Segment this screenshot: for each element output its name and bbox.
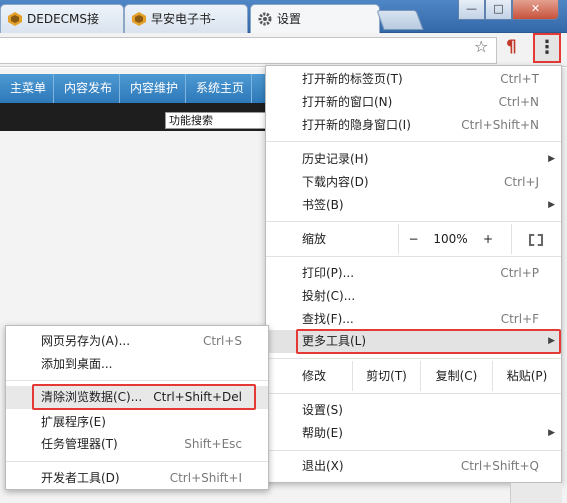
- tab-label: 设置: [277, 12, 302, 26]
- tab-dedecms[interactable]: DEDECMS接: [0, 4, 124, 33]
- edit-label: 修改: [302, 369, 327, 383]
- zoom-row: 缩放 − 100% +: [266, 224, 561, 254]
- menu-item-find[interactable]: 查找(F)... Ctrl+F: [266, 308, 561, 331]
- zoom-out-button[interactable]: −: [398, 224, 428, 254]
- menu-item-print[interactable]: 打印(P)... Ctrl+P: [266, 262, 561, 285]
- copy-button[interactable]: 复制(C): [420, 361, 492, 391]
- menu-separator: [6, 461, 268, 462]
- zoom-level: 100%: [433, 232, 468, 246]
- address-bar[interactable]: [0, 37, 497, 64]
- menu-item-history[interactable]: 历史记录(H) ▶: [266, 148, 561, 171]
- maximize-button[interactable]: □: [485, 0, 512, 20]
- menu-item-new-incognito[interactable]: 打开新的隐身窗口(I) Ctrl+Shift+N: [266, 114, 561, 137]
- menu-item-help[interactable]: 帮助(E) ▶: [266, 422, 561, 445]
- bookmark-star-icon[interactable]: ☆: [474, 37, 488, 56]
- menu-item-exit[interactable]: 退出(X) Ctrl+Shift+Q: [266, 455, 561, 478]
- submenu-item-extensions[interactable]: 扩展程序(E): [6, 411, 268, 434]
- submenu-arrow-icon: ▶: [548, 428, 555, 438]
- submenu-item-developer-tools[interactable]: 开发者工具(D) Ctrl+Shift+I: [6, 467, 268, 490]
- dede-icon: [132, 12, 146, 26]
- tab-label: 早安电子书-: [151, 12, 216, 26]
- shortcut: Ctrl+F: [500, 312, 539, 326]
- menu-separator: [266, 141, 561, 142]
- menu-item-settings[interactable]: 设置(S): [266, 399, 561, 422]
- new-tab-button[interactable]: [376, 10, 424, 30]
- nav-main-menu[interactable]: 主菜单: [0, 74, 55, 103]
- title-bar: DEDECMS接 早安电子书- 设置 — □ ✕: [0, 0, 567, 33]
- shortcut: Ctrl+J: [504, 175, 539, 189]
- nav-content-maintain[interactable]: 内容维护: [120, 74, 187, 103]
- shortcut: Ctrl+S: [202, 334, 242, 348]
- menu-item-cast[interactable]: 投射(C)...: [266, 285, 561, 308]
- nav-system-home[interactable]: 系统主页: [186, 74, 253, 103]
- shortcut: Ctrl+T: [500, 72, 539, 86]
- nav-content-publish[interactable]: 内容发布: [54, 74, 121, 103]
- page-scrollbar-corner: [510, 483, 562, 503]
- menu-item-downloads[interactable]: 下载内容(D) Ctrl+J: [266, 171, 561, 194]
- close-window-button[interactable]: ✕: [512, 0, 559, 20]
- gear-icon: [258, 12, 272, 26]
- highlight-clear-browsing-data: [32, 384, 256, 410]
- shortcut: Ctrl+Shift+Q: [460, 459, 539, 473]
- submenu-arrow-icon: ▶: [548, 154, 555, 164]
- fullscreen-icon: [528, 233, 543, 246]
- extension-icon[interactable]: ¶: [506, 37, 517, 57]
- menu-separator: [266, 450, 561, 451]
- browser-toolbar: ☆ ¶ ⋮: [0, 33, 567, 67]
- submenu-item-add-to-desktop[interactable]: 添加到桌面...: [6, 353, 268, 376]
- tab-ebook[interactable]: 早安电子书-: [124, 4, 248, 33]
- submenu-item-save-page[interactable]: 网页另存为(A)... Ctrl+S: [6, 330, 268, 353]
- submenu-item-task-manager[interactable]: 任务管理器(T) Shift+Esc: [6, 433, 268, 456]
- site-nav-bar: 主菜单 内容发布 内容维护 系统主页: [0, 74, 280, 103]
- site-search-input[interactable]: 功能搜索: [165, 112, 275, 129]
- menu-separator: [6, 380, 268, 381]
- paste-button[interactable]: 粘贴(P): [492, 361, 561, 391]
- cut-button[interactable]: 剪切(T): [352, 361, 420, 391]
- shortcut: Ctrl+Shift+N: [461, 118, 539, 132]
- fullscreen-button[interactable]: [511, 224, 559, 254]
- tab-settings[interactable]: 设置: [250, 4, 380, 33]
- menu-item-new-tab[interactable]: 打开新的标签页(T) Ctrl+T: [266, 68, 561, 91]
- chrome-menu-button[interactable]: ⋮: [533, 33, 561, 63]
- menu-separator: [266, 221, 561, 222]
- menu-separator: [266, 358, 561, 359]
- window-controls: — □ ✕: [458, 0, 559, 20]
- more-tools-submenu: 网页另存为(A)... Ctrl+S 添加到桌面... 清除浏览数据(C)...…: [5, 325, 269, 490]
- zoom-label: 缩放: [302, 232, 327, 246]
- zoom-in-button[interactable]: +: [473, 224, 503, 254]
- minimize-button[interactable]: —: [458, 0, 485, 20]
- menu-separator: [266, 393, 561, 394]
- submenu-arrow-icon: ▶: [548, 200, 555, 210]
- shortcut: Ctrl+N: [498, 95, 539, 109]
- chrome-main-menu: 打开新的标签页(T) Ctrl+T 打开新的窗口(N) Ctrl+N 打开新的隐…: [265, 65, 562, 483]
- menu-item-bookmarks[interactable]: 书签(B) ▶: [266, 194, 561, 217]
- tab-label: DEDECMS接: [27, 12, 99, 26]
- menu-item-new-window[interactable]: 打开新的窗口(N) Ctrl+N: [266, 91, 561, 114]
- shortcut: Ctrl+Shift+I: [169, 471, 242, 485]
- shortcut: Ctrl+P: [500, 266, 539, 280]
- shortcut: Shift+Esc: [184, 437, 242, 451]
- edit-row: 修改 剪切(T) 复制(C) 粘贴(P): [266, 361, 561, 391]
- highlight-more-tools: [296, 329, 561, 354]
- menu-separator: [266, 256, 561, 257]
- dede-icon: [8, 12, 22, 26]
